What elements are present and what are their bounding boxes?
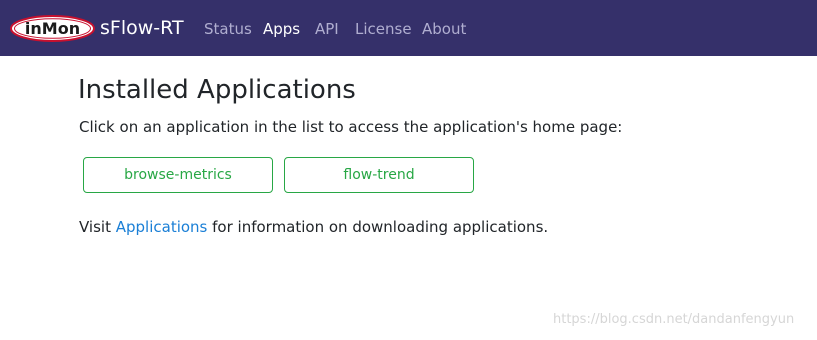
app-button-flow-trend[interactable]: flow-trend: [284, 157, 474, 193]
nav-item-status[interactable]: Status: [204, 19, 252, 39]
logo-text: inMon: [25, 19, 80, 38]
brand-name[interactable]: sFlow-RT: [100, 16, 184, 40]
applications-link[interactable]: Applications: [116, 218, 208, 236]
intro-text: Click on an application in the list to a…: [79, 118, 623, 136]
footer-prefix: Visit: [79, 218, 116, 236]
nav-item-about[interactable]: About: [422, 19, 466, 39]
footer-suffix: for information on downloading applicati…: [207, 218, 549, 236]
nav-item-api[interactable]: API: [315, 19, 339, 39]
inmon-logo[interactable]: inMon: [10, 15, 95, 42]
top-navbar: inMon sFlow-RT Status Apps API License A…: [0, 0, 817, 56]
nav-item-license[interactable]: License: [355, 19, 412, 39]
footer-text: Visit Applications for information on do…: [79, 217, 548, 237]
nav-item-apps[interactable]: Apps: [263, 19, 300, 39]
watermark: https://blog.csdn.net/dandanfengyun: [553, 312, 795, 327]
app-button-browse-metrics[interactable]: browse-metrics: [83, 157, 273, 193]
page-title: Installed Applications: [78, 75, 356, 105]
